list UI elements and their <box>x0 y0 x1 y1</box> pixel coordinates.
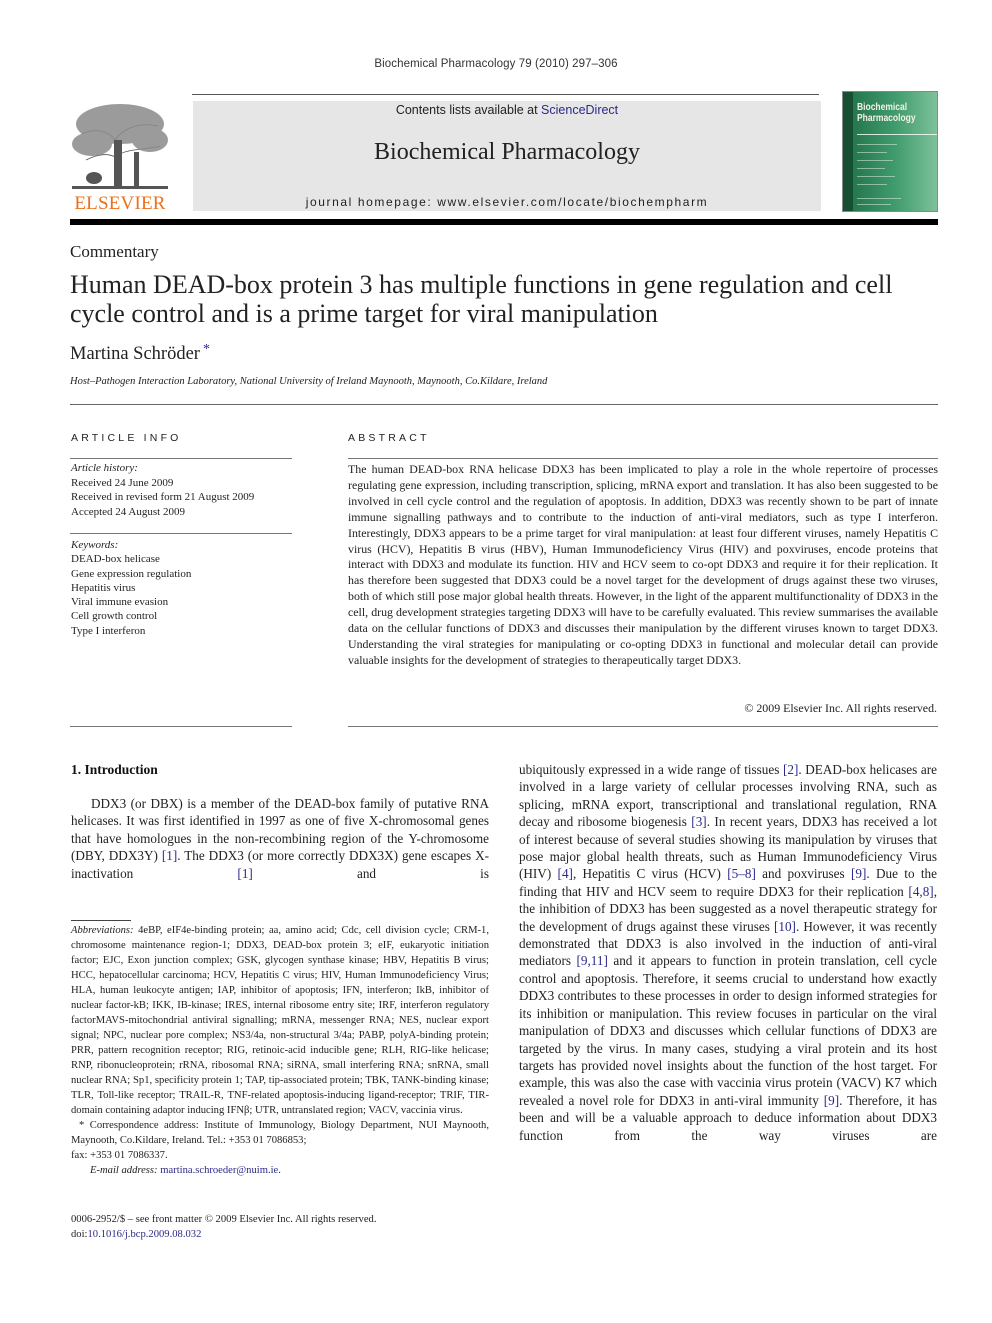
author-name[interactable]: Martina Schröder <box>70 344 200 364</box>
article-info-rule <box>70 726 292 727</box>
abstract-text: The human DEAD-box RNA helicase DDX3 has… <box>348 462 938 667</box>
abstract-rule <box>348 726 938 727</box>
cover-text-line <box>857 152 887 153</box>
doi-link[interactable]: 10.1016/j.bcp.2009.08.032 <box>87 1229 201 1240</box>
citation-link[interactable]: [9] <box>824 1093 839 1108</box>
footnote-rule <box>71 920 131 921</box>
body-text-run: and it appears to function in protein tr… <box>519 953 937 1108</box>
correspondence-fax: fax: +353 01 7086337. <box>71 1150 168 1161</box>
author-affiliation: Host–Pathogen Interaction Laboratory, Na… <box>70 376 548 387</box>
author: Martina Schröder * <box>70 342 210 365</box>
abstract-copyright: © 2009 Elsevier Inc. All rights reserved… <box>744 701 937 715</box>
elsevier-wordmark: ELSEVIER <box>74 193 166 214</box>
section-heading-introduction: 1. Introduction <box>71 762 158 777</box>
citation-link[interactable]: [2] <box>783 762 798 777</box>
history-accepted: Accepted 24 August 2009 <box>71 505 185 518</box>
intro-paragraph-col1: DDX3 (or DBX) is a member of the DEAD-bo… <box>71 795 489 882</box>
footnotes: Abbreviations: 4eBP, eIF4e-binding prote… <box>71 923 489 1178</box>
section-divider <box>70 404 938 405</box>
article-title: Human DEAD-box protein 3 has multiple fu… <box>70 270 893 328</box>
article-info-rule <box>70 458 292 459</box>
abbreviations-footnote: Abbreviations: 4eBP, eIF4e-binding prote… <box>71 923 489 1118</box>
correspondence-line1: * Correspondence address: Institute of I… <box>71 1120 489 1146</box>
keyword-item: Type I interferon <box>71 624 146 637</box>
cover-text-line <box>857 144 897 145</box>
email-label: E-mail address: <box>90 1165 161 1176</box>
contents-prefix: Contents lists available at <box>395 103 542 117</box>
article-type: Commentary <box>70 242 159 261</box>
citation-link[interactable]: [9] <box>851 866 866 881</box>
citation-link[interactable]: [1] <box>237 866 252 881</box>
email-link[interactable]: martina.schroeder@nuim.ie <box>160 1165 278 1176</box>
body-text-run: ubiquitously expressed in a wide range o… <box>519 762 783 777</box>
article-history-label: Article history: <box>71 462 138 474</box>
history-revised: Received in revised form 21 August 2009 <box>71 491 255 503</box>
correspondence-footnote: * Correspondence address: Institute of I… <box>71 1118 489 1148</box>
body-text-run: and is <box>252 865 489 881</box>
cover-text-line <box>857 198 901 199</box>
cover-text-line <box>857 168 885 169</box>
cover-stripe <box>843 92 853 211</box>
running-head: Biochemical Pharmacology 79 (2010) 297–3… <box>374 58 618 70</box>
sciencedirect-link[interactable]: ScienceDirect <box>541 103 618 117</box>
journal-banner: Contents lists available at ScienceDirec… <box>193 101 821 211</box>
front-matter: 0006-2952/$ – see front matter © 2009 El… <box>71 1212 489 1242</box>
citation-link[interactable]: [3] <box>691 814 706 829</box>
history-received: Received 24 June 2009 <box>71 476 174 489</box>
email-suffix: . <box>278 1165 281 1176</box>
keyword-item: DEAD-box helicase <box>71 553 160 566</box>
keyword-item: Hepatitis virus <box>71 581 136 594</box>
abbreviations-text: 4eBP, eIF4e-binding protein; aa, amino a… <box>71 925 489 1116</box>
cover-title-line2: Pharmacology <box>857 113 916 124</box>
keyword-item: Gene expression regulation <box>71 567 192 580</box>
abstract-rule <box>348 458 938 459</box>
masthead-thick-rule <box>70 219 938 225</box>
article-info-heading: ARTICLE INFO <box>71 432 182 444</box>
body-text-run: and poxviruses <box>755 866 851 882</box>
author-correspondence-mark[interactable]: * <box>203 342 210 357</box>
header-rule <box>192 94 819 95</box>
article-info-rule <box>70 533 292 534</box>
citation-link[interactable]: [10] <box>774 919 796 934</box>
citation-link[interactable]: [4,8] <box>908 884 933 899</box>
abstract-heading: ABSTRACT <box>348 432 430 444</box>
journal-title: Biochemical Pharmacology <box>374 139 640 165</box>
cover-text-line <box>857 184 887 185</box>
doi-line: doi:10.1016/j.bcp.2009.08.032 <box>71 1227 489 1242</box>
cover-text-line <box>857 160 893 161</box>
cover-text-line <box>857 204 891 205</box>
keyword-item: Viral immune evasion <box>71 596 169 609</box>
citation-link[interactable]: [9,11] <box>577 953 608 968</box>
keywords: Keywords: DEAD-box helicase Gene express… <box>71 538 293 638</box>
elsevier-logo[interactable]: ELSEVIER <box>68 100 172 216</box>
citation-link[interactable]: [4] <box>558 866 573 881</box>
article-history: Article history: Received 24 June 2009 R… <box>71 461 293 519</box>
contents-line: Contents lists available at ScienceDirec… <box>193 103 821 117</box>
cover-rule <box>857 134 937 135</box>
keyword-item: Cell growth control <box>71 610 158 623</box>
elsevier-tree-icon <box>72 104 168 189</box>
cover-title-line1: Biochemical <box>857 102 908 113</box>
journal-homepage-link[interactable]: journal homepage: www.elsevier.com/locat… <box>193 195 821 209</box>
citation-link[interactable]: [5–8] <box>727 866 756 881</box>
intro-paragraph-col2: ubiquitously expressed in a wide range o… <box>519 761 937 1144</box>
issn-line: 0006-2952/$ – see front matter © 2009 El… <box>71 1214 377 1225</box>
citation-link[interactable]: [1] <box>162 848 177 863</box>
cover-text-line <box>857 176 895 177</box>
doi-prefix: doi: <box>71 1229 88 1240</box>
email-footnote: E-mail address: martina.schroeder@nuim.i… <box>71 1163 489 1178</box>
keywords-label: Keywords: <box>71 539 119 551</box>
abbreviations-label: Abbreviations: <box>71 925 134 936</box>
cover-title: Biochemical Pharmacology <box>857 102 916 124</box>
body-text-run: , Hepatitis C virus (HCV) <box>572 866 728 882</box>
journal-cover-thumbnail[interactable]: Biochemical Pharmacology <box>842 91 938 212</box>
